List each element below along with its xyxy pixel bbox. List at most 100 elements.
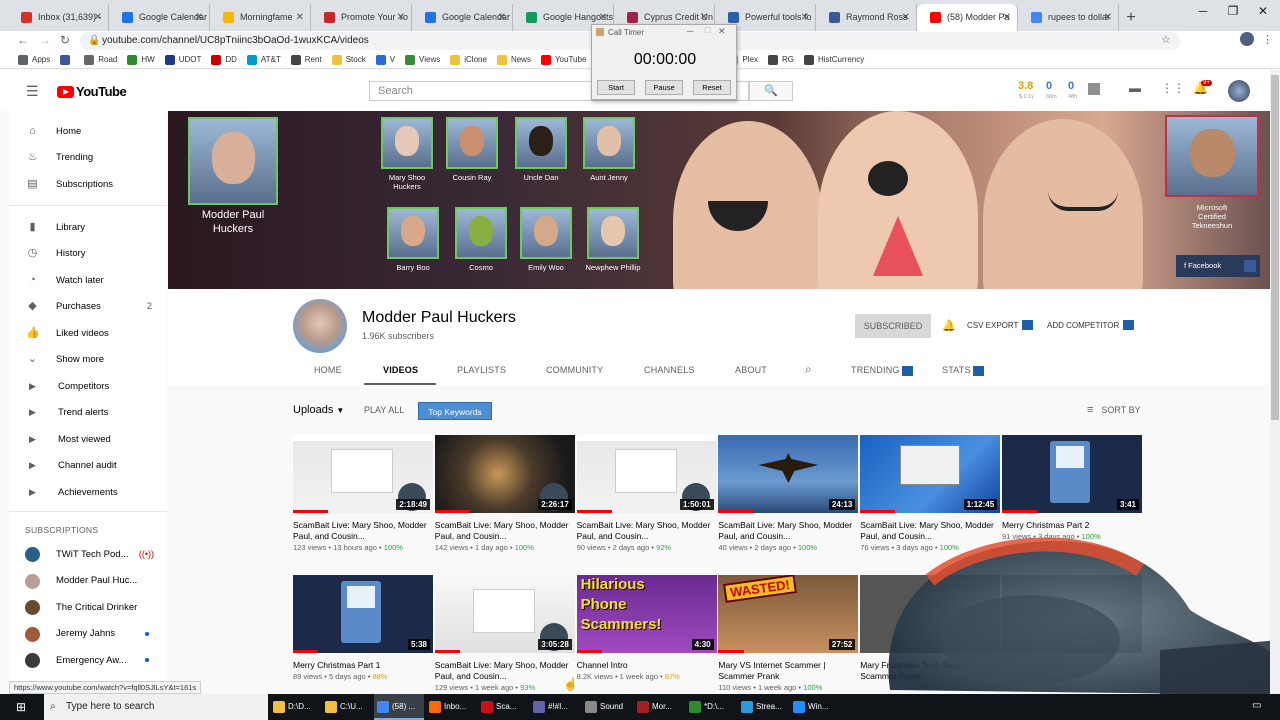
new-tab-button[interactable]: + (1119, 4, 1143, 31)
search-button[interactable]: 🔍 (749, 81, 793, 101)
tab-close-icon[interactable]: ✕ (498, 4, 506, 31)
sidebar-item-channel-audit[interactable]: ▶ Channel audit (9, 453, 167, 479)
close-window-button[interactable]: ✕ (1248, 4, 1278, 18)
forward-icon[interactable]: → (39, 33, 51, 47)
tab-close-icon[interactable]: ✕ (1104, 4, 1112, 31)
sidebar-item-trend-alerts[interactable]: ▶ Trend alerts (9, 400, 167, 426)
video-thumbnail[interactable]: 3:41 (1002, 435, 1142, 513)
browser-tab[interactable]: Promote Your Yo ✕ (311, 4, 412, 31)
subscription-item[interactable]: Emergency Aw... (9, 647, 167, 673)
sidebar-item-most-viewed[interactable]: ▶ Most viewed (9, 426, 167, 452)
back-icon[interactable]: ← (17, 33, 29, 47)
bookmark-item[interactable] (60, 54, 74, 65)
analytics-icon[interactable] (1088, 83, 1100, 95)
sidebar-item-watch-later[interactable]: ◔ Watch later (9, 267, 167, 293)
add-competitor-button[interactable]: ADD COMPETITOR (1047, 320, 1135, 330)
sidebar-item-trending[interactable]: ♨ Trending (9, 145, 167, 171)
taskbar-app[interactable]: (58) ... (374, 694, 424, 720)
taskbar-app[interactable]: Sca... (478, 694, 528, 720)
timer-reset-button[interactable]: Reset (693, 80, 731, 95)
notification-center-icon[interactable]: ▭ (1252, 700, 1261, 711)
tab-videos[interactable]: VIDEOS (383, 365, 418, 375)
taskbar-app[interactable]: #!#I... (530, 694, 580, 720)
tab-close-icon[interactable]: ✕ (1003, 4, 1011, 31)
tab-trending[interactable]: TRENDING (851, 365, 914, 376)
bookmark-item[interactable]: News (496, 54, 531, 65)
bookmark-item[interactable]: V (375, 54, 395, 65)
bookmark-item[interactable]: Apps (18, 54, 50, 65)
taskbar-app[interactable]: *D:\... (686, 694, 736, 720)
video-title[interactable]: ScamBait Live: Mary Shoo, Modder Paul, a… (435, 660, 575, 682)
taskbar-app[interactable]: Sound (582, 694, 632, 720)
bookmark-item[interactable]: RG (767, 54, 794, 65)
bookmark-item[interactable]: Rent (290, 54, 322, 65)
browser-tab[interactable]: Google Calendar ✕ (109, 4, 210, 31)
timer-start-button[interactable]: Start (597, 80, 635, 95)
sidebar-item-achievements[interactable]: ▶ Achievements (9, 479, 167, 505)
tab-stats[interactable]: STATS (942, 365, 985, 376)
timer-maximize-button[interactable]: ☐ (704, 26, 711, 35)
page-scrollbar-thumb[interactable] (1271, 75, 1279, 420)
timer-minimize-button[interactable]: ─ (687, 26, 693, 36)
bookmark-item[interactable]: Road (84, 54, 117, 65)
bookmark-item[interactable]: HistCurrency (803, 54, 864, 65)
sidebar-item-show-more[interactable]: ⌄ Show more (9, 347, 167, 373)
windows-start-icon[interactable]: ⊞ (16, 700, 26, 714)
video-title[interactable]: Channel Intro (577, 660, 717, 671)
apps-grid-icon[interactable]: ⋮⋮ (1161, 81, 1185, 95)
bookmark-item[interactable]: DD (211, 54, 237, 65)
video-thumbnail[interactable]: WASTED! 27:52 (718, 575, 859, 653)
menu-icon[interactable]: ⋮ (1262, 33, 1273, 46)
hamburger-menu-icon[interactable]: ☰ (26, 83, 39, 100)
sidebar-item-subscriptions[interactable]: ▤ Subscriptions (9, 171, 167, 197)
video-thumbnail[interactable]: 3:05:28 (434, 575, 575, 653)
tab-close-icon[interactable]: ✕ (94, 4, 102, 31)
video-title[interactable]: ScamBait Live: Mary Shoo, Modder Paul, a… (435, 520, 575, 542)
video-title[interactable]: ScamBait Live: Mary Shoo, Modder Paul, a… (293, 520, 433, 542)
play-all-button[interactable]: PLAY ALL (364, 405, 404, 415)
facebook-link[interactable]: f Facebook (1176, 255, 1260, 277)
video-thumbnail[interactable]: Hilarious Phone Scammers! 4:30 (576, 575, 717, 653)
tab-channels[interactable]: CHANNELS (644, 365, 695, 375)
tab-playlists[interactable]: PLAYLISTS (457, 365, 506, 375)
taskbar-search-input[interactable]: ⌕ Type here to search (44, 694, 268, 720)
notification-bell-icon[interactable]: 🔔 (942, 319, 956, 332)
bookmark-item[interactable]: Views (405, 54, 440, 65)
video-title[interactable]: Mary VS Internet Scammer | Scammer Prank (718, 660, 858, 682)
uploads-dropdown[interactable]: Uploads ▼ (293, 404, 344, 416)
sidebar-item-history[interactable]: ◷ History (9, 241, 167, 267)
subscription-item[interactable]: TWiT Tech Pod... ((•)) (9, 541, 167, 567)
bookmark-item[interactable]: Stock (331, 54, 366, 65)
maximize-button[interactable]: ❐ (1218, 4, 1248, 18)
taskbar-app[interactable]: Mor... (634, 694, 684, 720)
video-thumbnail[interactable]: 5:38 (293, 575, 433, 653)
taskbar-app[interactable]: Strea... (738, 694, 788, 720)
browser-tab[interactable]: rupees to dollar ✕ (1018, 4, 1119, 31)
sidebar-item-competitors[interactable]: ▶ Competitors (9, 373, 167, 399)
video-title[interactable]: ScamBait Live: Mary Shoo, Modder Paul, a… (577, 520, 717, 542)
taskbar-app[interactable]: Inbo... (426, 694, 476, 720)
bookmark-item[interactable]: iClone (450, 54, 487, 65)
browser-tab[interactable]: (58) Modder Pa ✕ (917, 4, 1018, 31)
tab-home[interactable]: HOME (314, 365, 342, 375)
tab-close-icon[interactable]: ✕ (902, 4, 910, 31)
channel-search-icon[interactable]: ⌕ (805, 362, 812, 377)
taskbar-app[interactable]: C:\U... (322, 694, 372, 720)
bookmark-item[interactable]: HW (127, 54, 155, 65)
minimize-button[interactable]: ─ (1188, 4, 1218, 18)
create-video-icon[interactable]: ▬ (1129, 81, 1141, 95)
star-icon[interactable]: ☆ (1161, 33, 1171, 46)
subscription-item[interactable]: Modder Paul Huc... (9, 568, 167, 594)
subscription-item[interactable]: The Critical Drinker (9, 594, 167, 620)
tab-about[interactable]: ABOUT (735, 365, 767, 375)
sort-by-button[interactable]: ≡ SORT BY (1087, 404, 1141, 416)
browser-tab[interactable]: Raymond Ross ✕ (816, 4, 917, 31)
reload-icon[interactable]: ↻ (60, 33, 70, 47)
video-thumbnail[interactable]: 1:12:45 (860, 435, 1001, 513)
bookmark-item[interactable]: AT&T (246, 54, 281, 65)
video-thumbnail[interactable]: 24:13 (718, 435, 859, 513)
video-thumbnail[interactable]: 2:18:49 (293, 435, 433, 513)
taskbar-app[interactable]: D:\D... (270, 694, 320, 720)
browser-tab[interactable]: Morningfame ✕ (210, 4, 311, 31)
timer-close-button[interactable]: ✕ (718, 26, 726, 37)
